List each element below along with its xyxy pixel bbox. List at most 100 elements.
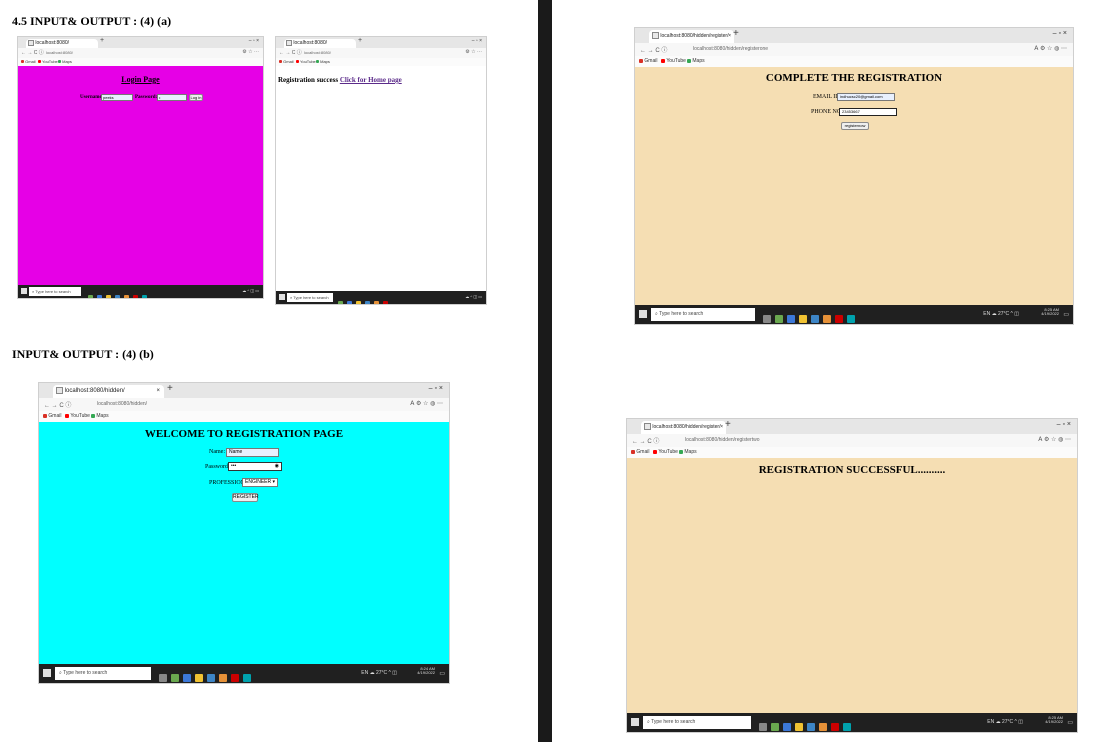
bookmark-maps[interactable]: Maps	[679, 449, 697, 455]
app-icon[interactable]	[142, 294, 147, 298]
new-tab-icon[interactable]: +	[358, 37, 362, 44]
app-icon[interactable]	[819, 723, 827, 732]
bookmark-maps[interactable]: Maps	[58, 59, 72, 64]
toolbar-icons[interactable]: ⚙ ☆ ⋯	[242, 49, 259, 55]
url-field[interactable]: localhost:8080/	[304, 50, 331, 55]
username-input[interactable]: peeks	[101, 94, 133, 101]
app-icon[interactable]	[97, 294, 102, 298]
close-tab-icon[interactable]: ×	[156, 385, 160, 398]
browser-tab[interactable]: localhost:8080/	[26, 39, 98, 48]
window-controls[interactable]: – ▫ ×	[472, 38, 482, 44]
app-icon[interactable]	[207, 674, 215, 683]
reveal-password-icon[interactable]: ◉	[275, 463, 279, 470]
toolbar-icons[interactable]: ꓮ ⚙ ☆ ◍ ⋯	[1038, 436, 1071, 443]
taskbar-search[interactable]: ⌕ Type here to search	[643, 716, 751, 729]
window-controls[interactable]: – ▫ ×	[249, 38, 259, 44]
new-tab-icon[interactable]: +	[733, 28, 739, 39]
app-icon[interactable]	[823, 315, 831, 324]
taskbar-clock[interactable]: 8:25 AM 4/19/2022	[1041, 307, 1059, 317]
windows-start-icon[interactable]	[279, 294, 285, 300]
app-icon[interactable]	[231, 674, 239, 683]
bookmark-maps[interactable]: Maps	[91, 413, 109, 419]
new-tab-icon[interactable]: +	[167, 383, 173, 394]
bookmark-gmail[interactable]: Gmail	[43, 413, 61, 419]
browser-tab[interactable]: localhost:8080/hidden/register/ ×	[649, 30, 734, 43]
app-icon[interactable]	[115, 294, 120, 298]
app-icon[interactable]	[219, 674, 227, 683]
taskbar-clock[interactable]: 8:25 AM 4/19/2022	[1045, 715, 1063, 725]
app-icon[interactable]	[831, 723, 839, 732]
windows-start-icon[interactable]	[21, 288, 27, 294]
app-icon[interactable]	[243, 674, 251, 683]
taskbar-search[interactable]: ⌕ Type here to search	[287, 293, 333, 302]
system-tray[interactable]: EN ☁ 27°C ^ ◫	[987, 719, 1023, 725]
system-tray[interactable]: EN ☁ 27°C ^ ◫	[361, 670, 397, 676]
system-tray[interactable]: ☁ ^ ◫ ▭	[242, 288, 259, 293]
app-icon[interactable]	[124, 294, 129, 298]
windows-start-icon[interactable]	[43, 669, 51, 677]
browser-tab[interactable]: localhost:8080/	[284, 39, 356, 48]
nav-buttons[interactable]: ← → C ⓘ	[21, 49, 44, 56]
notification-icon[interactable]: ▭	[439, 670, 445, 677]
browser-tab[interactable]: localhost:8080/hidden/ ×	[53, 385, 164, 398]
nav-buttons[interactable]: ← → C ⓘ	[44, 400, 71, 409]
bookmark-gmail[interactable]: Gmail	[279, 59, 294, 64]
windows-start-icon[interactable]	[639, 310, 647, 318]
email-input[interactable]: indhucsc20@gmail.com	[837, 93, 895, 101]
app-icon[interactable]	[106, 294, 111, 298]
app-icon[interactable]	[843, 723, 851, 732]
app-icon[interactable]	[347, 300, 352, 304]
bookmark-maps[interactable]: Maps	[316, 59, 330, 64]
bookmark-youtube[interactable]: YouTube	[65, 413, 90, 419]
notification-icon[interactable]: ▭	[1067, 719, 1073, 726]
bookmark-youtube[interactable]: YouTube	[653, 449, 678, 455]
taskbar-search[interactable]: ⌕ Type here to search	[55, 667, 151, 680]
nav-buttons[interactable]: ← → C ⓘ	[279, 49, 302, 56]
new-tab-icon[interactable]: +	[725, 419, 731, 430]
window-controls[interactable]: – ▫ ×	[1053, 30, 1067, 37]
bookmark-youtube[interactable]: YouTube	[661, 58, 686, 64]
register-button[interactable]: REGISTER	[232, 493, 259, 502]
bookmark-gmail[interactable]: Gmail	[639, 58, 657, 64]
system-tray[interactable]: ☁ ^ ◫ ▭	[465, 294, 482, 299]
app-icon[interactable]	[183, 674, 191, 683]
app-icon[interactable]	[356, 300, 361, 304]
phone-input[interactable]: 23453667	[839, 108, 897, 116]
bookmark-gmail[interactable]: Gmail	[631, 449, 649, 455]
profession-select[interactable]: ENGINEER ▾	[242, 478, 278, 487]
browser-tab[interactable]: localhost:8080/hidden/register/ ×	[641, 421, 726, 434]
window-controls[interactable]: – ▫ ×	[1057, 421, 1071, 428]
task-view-icon[interactable]	[759, 723, 767, 732]
bookmark-gmail[interactable]: Gmail	[21, 59, 36, 64]
name-input[interactable]: Name	[226, 448, 279, 457]
app-icon[interactable]	[847, 315, 855, 324]
nav-buttons[interactable]: ← → C ⓘ	[632, 436, 659, 445]
url-field[interactable]: localhost:8080/hidden/	[97, 401, 147, 407]
bookmark-maps[interactable]: Maps	[687, 58, 705, 64]
password-input[interactable]: •	[157, 94, 187, 101]
app-icon[interactable]	[811, 315, 819, 324]
app-icon[interactable]	[783, 723, 791, 732]
app-icon[interactable]	[171, 674, 179, 683]
app-icon[interactable]	[195, 674, 203, 683]
password-input[interactable]: ••• ◉	[228, 462, 282, 471]
app-icon[interactable]	[775, 315, 783, 324]
login-button[interactable]: Log in	[189, 94, 203, 101]
taskbar-clock[interactable]: 8:24 AM 4/19/2022	[417, 666, 435, 676]
task-view-icon[interactable]	[159, 674, 167, 683]
bookmark-youtube[interactable]: YouTube	[38, 59, 58, 64]
app-icon[interactable]	[787, 315, 795, 324]
app-icon[interactable]	[374, 300, 379, 304]
app-icon[interactable]	[807, 723, 815, 732]
toolbar-icons[interactable]: ⚙ ☆ ⋯	[465, 49, 482, 55]
taskbar-search[interactable]: ⌕ Type here to search	[29, 287, 81, 296]
app-icon[interactable]	[799, 315, 807, 324]
app-icon[interactable]	[88, 294, 93, 298]
close-tab-icon[interactable]: ×	[728, 30, 731, 43]
system-tray[interactable]: EN ☁ 27°C ^ ◫	[983, 311, 1019, 317]
url-field[interactable]: localhost:8080/hidden/registertwo	[685, 437, 760, 443]
app-icon[interactable]	[383, 300, 388, 304]
app-icon[interactable]	[365, 300, 370, 304]
toolbar-icons[interactable]: ꓮ ⚙ ☆ ◍ ⋯	[1034, 45, 1067, 52]
notification-icon[interactable]: ▭	[1063, 311, 1069, 318]
